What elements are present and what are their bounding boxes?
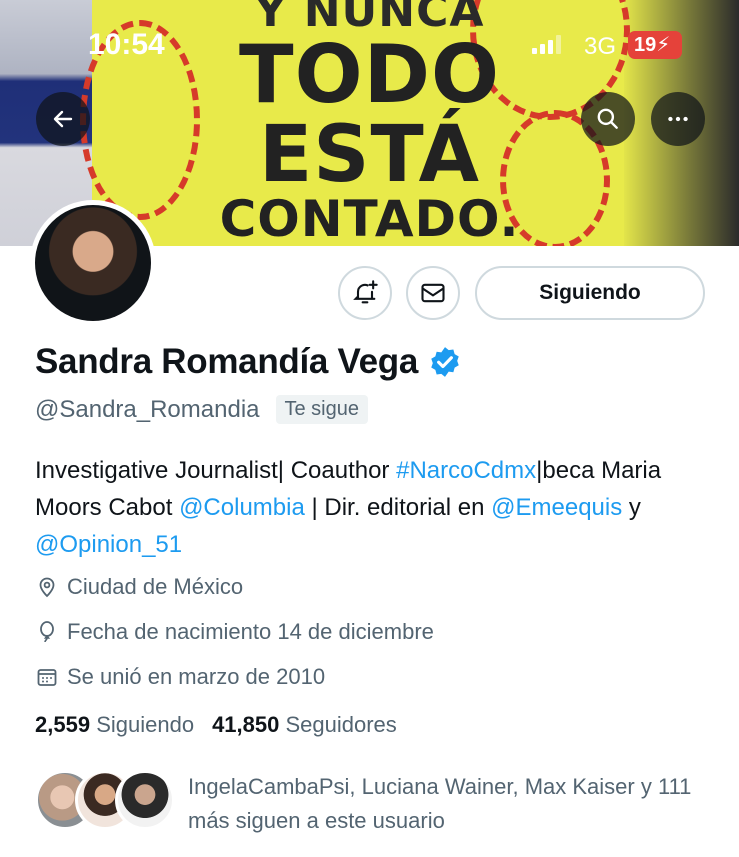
signal-icon (532, 34, 561, 54)
hashtag-link[interactable]: #NarcoCdmx (396, 457, 536, 484)
location-row: Ciudad de México (35, 574, 243, 600)
known-followers-avatars[interactable] (35, 770, 175, 830)
following-button[interactable]: Siguiendo (475, 266, 705, 320)
followers-label: Seguidores (285, 712, 397, 737)
avatar-image (35, 205, 151, 321)
profile-avatar[interactable] (30, 200, 156, 326)
mention-link[interactable]: @Columbia (179, 494, 305, 521)
more-options-button[interactable] (651, 92, 705, 146)
back-button[interactable] (36, 92, 90, 146)
bio-text: Investigative Journalist| Coauthor (35, 457, 397, 484)
profile-handle: @Sandra_Romandia (35, 395, 260, 423)
avatar (115, 770, 175, 830)
mention-link[interactable]: @Opinion_51 (35, 531, 182, 558)
following-count: 2,559 (35, 712, 91, 737)
follows-you-badge: Te sigue (275, 395, 368, 424)
notifications-button[interactable] (338, 266, 392, 320)
mail-icon (421, 283, 445, 303)
message-button[interactable] (406, 266, 460, 320)
more-horizontal-icon (668, 116, 688, 122)
following-count-link[interactable]: 2,559 Siguiendo (35, 712, 194, 738)
location-pin-icon (39, 577, 55, 598)
birthday-row: Fecha de nacimiento 14 de diciembre (35, 619, 434, 645)
followers-count: 41,850 (212, 712, 280, 737)
balloon-icon (40, 621, 54, 643)
network-type: 3G (584, 33, 617, 60)
search-icon (597, 108, 618, 129)
birthday-text: Fecha de nacimiento 14 de diciembre (67, 619, 434, 644)
bio-text: y (622, 494, 641, 521)
joined-text: Se unió en marzo de 2010 (67, 664, 326, 689)
followers-count-link[interactable]: 41,850 Seguidores (212, 712, 397, 738)
handle-row: @Sandra_Romandia Te sigue (35, 395, 368, 424)
mention-link[interactable]: @Emeequis (491, 494, 622, 521)
joined-row: Se unió en marzo de 2010 (35, 664, 325, 690)
following-label: Siguiendo (96, 712, 195, 737)
profile-bio: Investigative Journalist| Coauthor #Narc… (35, 452, 715, 563)
profile-name: Sandra Romandía Vega (35, 342, 419, 381)
follow-counts: 2,559 Siguiendo 41,850 Seguidores (35, 712, 397, 738)
status-time: 10:54 (88, 28, 165, 61)
known-followers-text[interactable]: IngelaCambaPsi, Luciana Wainer, Max Kais… (188, 770, 718, 838)
profile-name-row: Sandra Romandía Vega (35, 342, 462, 382)
location-text: Ciudad de México (67, 574, 244, 599)
calendar-icon (37, 669, 57, 686)
arrow-left-icon (53, 110, 73, 128)
search-button[interactable] (581, 92, 635, 146)
battery-level: 19 (634, 34, 657, 56)
bio-text: | Dir. editorial en (304, 494, 492, 521)
bell-plus-icon (353, 280, 378, 304)
battery-icon: 19⚡ (628, 31, 682, 59)
verified-badge-icon[interactable] (428, 345, 462, 379)
